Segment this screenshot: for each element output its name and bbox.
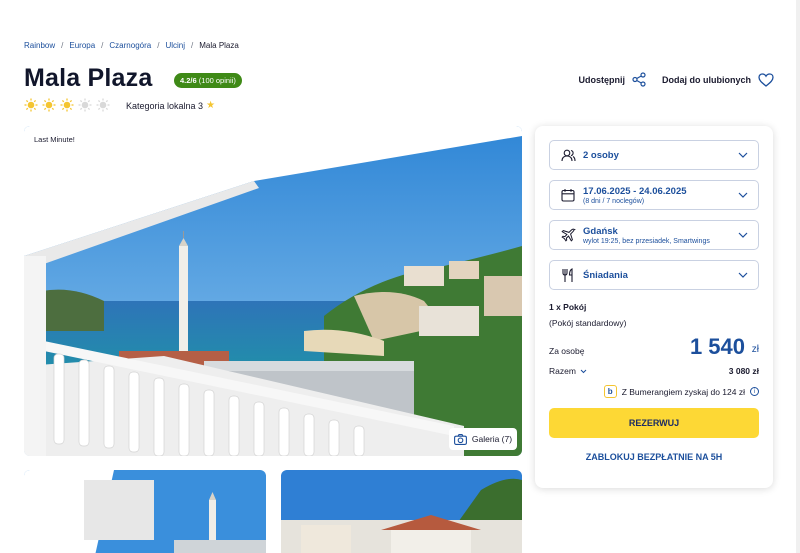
dates-value: 17.06.2025 - 24.06.2025: [583, 185, 687, 197]
cutlery-icon: [560, 267, 576, 283]
share-label: Udostępnij: [578, 74, 626, 85]
breadcrumb-current: Mala Plaza: [199, 41, 239, 50]
camera-icon: [453, 433, 467, 445]
chevron-down-icon: [738, 152, 748, 158]
flight-info: wylot 19:25, bez przesiadek, Smartwings: [583, 237, 710, 245]
total-toggle[interactable]: Razem: [549, 366, 587, 376]
breadcrumb-separator: /: [191, 41, 194, 50]
rating-badge[interactable]: 4.2/6 (100 opinii): [174, 73, 242, 88]
calendar-icon: [560, 187, 576, 203]
sun-filled-icon: [60, 98, 74, 112]
rating-reviews: (100 opinii): [198, 76, 236, 85]
dates-selector[interactable]: 17.06.2025 - 24.06.2025 (8 dni / 7 nocle…: [549, 180, 759, 210]
plane-icon: [560, 227, 576, 243]
gallery-thumbnail[interactable]: [281, 470, 522, 553]
scrollbar[interactable]: [796, 0, 800, 553]
breadcrumb-separator: /: [101, 41, 104, 50]
thumbnail-town-image: [281, 470, 522, 553]
breadcrumb-separator: /: [157, 41, 160, 50]
price-per-person: 1 540: [689, 334, 745, 359]
room-count: 1 x Pokój: [549, 302, 587, 312]
hotel-actions: Udostępnij Dodaj do ulubionych: [579, 72, 775, 87]
heart-icon: [758, 72, 774, 87]
nights-value: (8 dni / 7 noclegów): [583, 197, 645, 205]
star-icon: ★: [206, 100, 216, 111]
share-button[interactable]: Udostępnij: [579, 72, 647, 87]
hero-photo[interactable]: [24, 126, 522, 456]
sun-rating: [24, 98, 110, 112]
total-label: Razem: [549, 366, 576, 376]
rating-score: 4.2/6: [180, 76, 197, 85]
persons-selector[interactable]: 2 osoby: [549, 140, 759, 170]
chevron-down-icon: [580, 369, 587, 373]
breadcrumb-rainbow[interactable]: Rainbow: [24, 41, 55, 50]
gallery-thumbnail[interactable]: [24, 470, 266, 553]
bumerang-logo-icon: b: [603, 385, 617, 398]
breadcrumb-separator: /: [61, 41, 64, 50]
breadcrumb-ulcinj[interactable]: Ulcinj: [165, 41, 185, 50]
sun-filled-icon: [24, 98, 38, 112]
gallery-label: Galeria (7): [471, 434, 513, 444]
board-selector[interactable]: Śniadania: [549, 260, 759, 290]
total-price: 3 080 zł: [728, 366, 759, 376]
last-minute-badge: Last Minute!: [29, 131, 80, 148]
bumerang-text: Z Bumerangiem zyskaj do 124 zł: [621, 386, 745, 397]
departure-city: Gdańsk: [583, 225, 618, 237]
bumerang-offer: b Z Bumerangiem zyskaj do 124 zł i: [603, 385, 759, 398]
reserve-button[interactable]: REZERWUJ: [549, 408, 759, 438]
info-icon[interactable]: i: [750, 387, 759, 396]
gallery-button[interactable]: Galeria (7): [449, 428, 517, 450]
share-icon: [632, 72, 646, 87]
breadcrumb-europa[interactable]: Europa: [69, 41, 95, 50]
room-type: (Pokój standardowy): [549, 318, 627, 328]
chevron-down-icon: [738, 272, 748, 278]
persons-value: 2 osoby: [583, 149, 619, 161]
hotel-title: Mala Plaza: [24, 64, 153, 92]
local-category: Kategoria lokalna 3 ★: [126, 100, 215, 111]
thumbnail-minaret-image: [24, 470, 266, 553]
category-label: Kategoria lokalna 3: [126, 100, 204, 111]
departure-selector[interactable]: Gdańsk wylot 19:25, bez przesiadek, Smar…: [549, 220, 759, 250]
chevron-down-icon: [738, 192, 748, 198]
breadcrumb: Rainbow / Europa / Czarnogóra / Ulcinj /…: [24, 41, 239, 50]
sun-empty-icon: [78, 98, 92, 112]
lock-free-button[interactable]: ZABLOKUJ BEZPŁATNIE NA 5H: [549, 452, 759, 462]
board-value: Śniadania: [583, 269, 628, 281]
chevron-down-icon: [738, 232, 748, 238]
price-currency: zł: [751, 344, 759, 355]
favorite-label: Dodaj do ulubionych: [662, 74, 751, 85]
per-person-label: Za osobę: [549, 346, 585, 356]
booking-panel: 2 osoby 17.06.2025 - 24.06.2025 (8 dni /…: [535, 126, 773, 488]
sun-empty-icon: [96, 98, 110, 112]
favorite-button[interactable]: Dodaj do ulubionych: [662, 72, 774, 87]
breadcrumb-czarnogora[interactable]: Czarnogóra: [109, 41, 151, 50]
persons-icon: [560, 147, 576, 163]
sun-filled-icon: [42, 98, 56, 112]
hotel-balcony-sea-view-image: [24, 126, 522, 456]
